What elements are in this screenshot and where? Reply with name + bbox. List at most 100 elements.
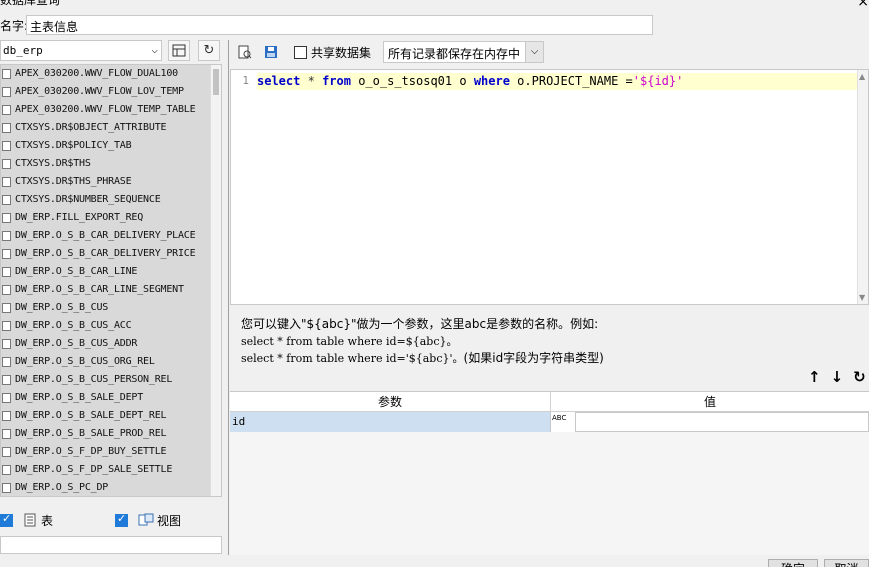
table-icon — [2, 393, 11, 403]
list-item-label: DW_ERP.O_S_F_DP_BUY_SETTLE — [15, 446, 167, 457]
list-item-label: DW_ERP.O_S_B_CAR_DELIVERY_PLACE — [15, 230, 196, 241]
list-item[interactable]: DW_ERP.O_S_B_CAR_DELIVERY_PLACE — [1, 227, 212, 245]
table-icon — [2, 429, 11, 439]
list-item-label: CTXSYS.DR$NUMBER_SEQUENCE — [15, 194, 161, 205]
list-item[interactable]: DW_ERP.O_S_B_SALE_DEPT_REL — [1, 407, 212, 425]
panel-splitter[interactable] — [228, 40, 229, 555]
column-header-param[interactable]: 参数 — [230, 392, 551, 412]
list-item-label: DW_ERP.O_S_B_CUS_PERSON_REL — [15, 374, 173, 385]
table-icon — [2, 177, 11, 187]
chevron-down-icon: ⌵ — [151, 43, 158, 56]
list-item-label: DW_ERP.O_S_B_CAR_LINE_SEGMENT — [15, 284, 184, 295]
list-item[interactable]: APEX_030200.WWV_FLOW_TEMP_TABLE — [1, 101, 212, 119]
list-item[interactable]: CTXSYS.DR$THS — [1, 155, 212, 173]
save-button[interactable] — [260, 42, 282, 63]
list-item-label: DW_ERP.O_S_PC_DP — [15, 482, 109, 493]
name-input[interactable]: 主表信息 — [26, 15, 653, 35]
chevron-down-icon: ⌵ — [525, 42, 544, 62]
table-list-items: APEX_030200.WWV_FLOW_DUAL100 APEX_030200.… — [1, 65, 212, 496]
move-up-icon[interactable]: ↑ — [808, 368, 821, 386]
table-icon — [2, 321, 11, 331]
list-item-label: DW_ERP.O_S_B_CUS — [15, 302, 109, 313]
title-bar: 数据库查询 × — [0, 0, 869, 8]
list-item[interactable]: APEX_030200.WWV_FLOW_LOV_TEMP — [1, 83, 212, 101]
table-icon — [24, 513, 36, 527]
list-item-label: DW_ERP.O_S_B_CUS_ACC — [15, 320, 132, 331]
object-type-filter: 表 视图 — [0, 510, 181, 530]
list-item[interactable]: DW_ERP.O_S_PC_DP — [1, 479, 212, 496]
move-down-icon[interactable]: ↓ — [831, 368, 844, 386]
preview-button[interactable] — [234, 42, 256, 63]
list-item-label: DW_ERP.O_S_B_SALE_DEPT — [15, 392, 144, 403]
list-item[interactable]: DW_ERP.O_S_F_DP_BUY_SETTLE — [1, 443, 212, 461]
share-dataset-checkbox[interactable] — [294, 45, 307, 59]
grid-header: 参数 值 — [230, 392, 869, 412]
table-search-input[interactable] — [0, 536, 222, 554]
list-item[interactable]: DW_ERP.FILL_EXPORT_REQ — [1, 209, 212, 227]
list-item[interactable]: DW_ERP.O_S_B_CUS — [1, 299, 212, 317]
sql-keyword: where — [473, 74, 510, 88]
list-item[interactable]: DW_ERP.O_S_B_SALE_DEPT — [1, 389, 212, 407]
hint-line-3-note: (如果id字段为字符串类型) — [463, 351, 604, 365]
sql-editor[interactable]: 1 select * from o_o_s_tsosq01 o where o.… — [230, 69, 869, 305]
list-item-label: DW_ERP.O_S_B_CUS_ORG_REL — [15, 356, 155, 367]
show-views-label: 视图 — [157, 513, 182, 528]
list-item[interactable]: DW_ERP.O_S_F_DP_SALE_SETTLE — [1, 461, 212, 479]
list-item[interactable]: DW_ERP.O_S_B_CUS_ORG_REL — [1, 353, 212, 371]
table-list-scrollbar[interactable] — [210, 65, 221, 496]
cancel-button[interactable]: 取消 — [824, 559, 869, 567]
storage-mode-select[interactable]: 所有记录都保存在内存中 ⌵ — [383, 41, 545, 63]
close-icon[interactable]: × — [857, 0, 869, 8]
scroll-up-icon[interactable]: ▲ — [859, 72, 865, 81]
scrollbar-thumb[interactable] — [213, 69, 219, 95]
table-icon — [2, 411, 11, 421]
sql-code-line[interactable]: select * from o_o_s_tsosq01 o where o.PR… — [257, 73, 858, 90]
refresh-params-icon[interactable]: ↻ — [853, 368, 866, 386]
list-item[interactable]: APEX_030200.WWV_FLOW_DUAL100 — [1, 65, 212, 83]
refresh-button[interactable]: ↻ — [198, 40, 220, 61]
list-item[interactable]: DW_ERP.O_S_B_SALE_PROD_REL — [1, 425, 212, 443]
column-header-value[interactable]: 值 — [551, 392, 869, 412]
list-item[interactable]: CTXSYS.DR$OBJECT_ATTRIBUTE — [1, 119, 212, 137]
table-list[interactable]: APEX_030200.WWV_FLOW_DUAL100 APEX_030200.… — [0, 64, 222, 497]
scroll-down-icon[interactable]: ▼ — [859, 293, 865, 302]
ok-button[interactable]: 确定 — [768, 559, 818, 567]
editor-scrollbar[interactable]: ▲ ▼ — [857, 70, 868, 304]
param-type-icon[interactable]: ABC — [551, 412, 575, 432]
list-item[interactable]: DW_ERP.O_S_B_CAR_LINE — [1, 263, 212, 281]
table-icon — [2, 339, 11, 349]
list-item[interactable]: CTXSYS.DR$THS_PHRASE — [1, 173, 212, 191]
list-item[interactable]: DW_ERP.O_S_B_CUS_PERSON_REL — [1, 371, 212, 389]
dialog-root: 数据库查询 × 名字: 主表信息 db_erp ⌵ ↻ APEX_030200.… — [0, 0, 869, 567]
list-item[interactable]: DW_ERP.O_S_B_CAR_DELIVERY_PRICE — [1, 245, 212, 263]
sql-keyword: select — [257, 74, 301, 88]
list-item-label: APEX_030200.WWV_FLOW_LOV_TEMP — [15, 86, 184, 97]
list-item[interactable]: DW_ERP.O_S_B_CUS_ACC — [1, 317, 212, 335]
share-dataset-toggle[interactable]: 共享数据集 — [294, 44, 371, 61]
database-select[interactable]: db_erp ⌵ — [0, 40, 162, 61]
sql-table: o_o_s_tsosq01 o — [358, 74, 467, 88]
sql-condition: o.PROJECT_NAME = — [517, 74, 633, 88]
line-number: 1 — [242, 74, 249, 87]
save-icon — [265, 46, 277, 58]
database-select-value: db_erp — [3, 44, 43, 57]
show-tables-checkbox[interactable] — [0, 512, 13, 527]
table-icon — [2, 375, 11, 385]
table-icon — [2, 105, 11, 115]
table-options-button[interactable] — [168, 40, 190, 61]
show-views-checkbox[interactable] — [115, 512, 129, 527]
list-item-label: APEX_030200.WWV_FLOW_DUAL100 — [15, 68, 178, 79]
sql-param-string: '${id}' — [632, 74, 684, 88]
table-row[interactable]: id ABC — [230, 412, 869, 432]
list-item[interactable]: CTXSYS.DR$POLICY_TAB — [1, 137, 212, 155]
list-item[interactable]: DW_ERP.O_S_B_CAR_LINE_SEGMENT — [1, 281, 212, 299]
list-item-label: DW_ERP.O_S_B_SALE_DEPT_REL — [15, 410, 167, 421]
table-icon — [2, 285, 11, 295]
param-name-cell[interactable]: id — [230, 412, 551, 432]
list-item[interactable]: DW_ERP.O_S_B_CUS_ADDR — [1, 335, 212, 353]
list-item[interactable]: CTXSYS.DR$NUMBER_SEQUENCE — [1, 191, 212, 209]
param-value-input[interactable] — [575, 412, 869, 432]
table-icon — [2, 267, 11, 277]
table-icon — [2, 303, 11, 313]
list-item-label: DW_ERP.O_S_B_CAR_DELIVERY_PRICE — [15, 248, 196, 259]
